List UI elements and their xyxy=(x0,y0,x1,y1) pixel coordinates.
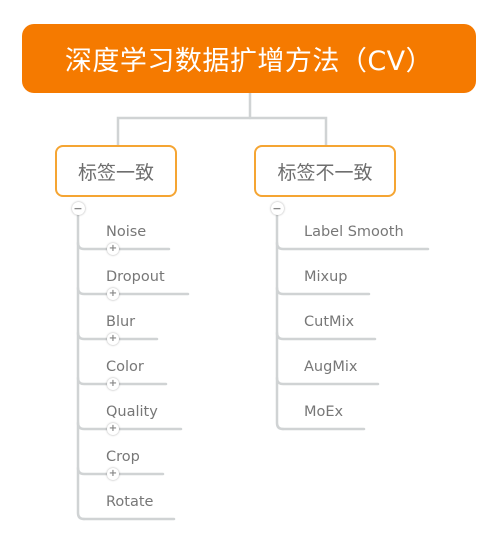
expand-toggle-plus-icon[interactable]: + xyxy=(107,468,119,480)
leaf-connector xyxy=(76,241,171,251)
expand-toggle-plus-icon[interactable]: + xyxy=(107,378,119,390)
leaf-node[interactable]: CutMix xyxy=(304,313,354,331)
leaf-connector xyxy=(76,466,165,476)
collapse-toggle-minus-icon[interactable]: − xyxy=(71,201,85,215)
leaf-node[interactable]: AugMix xyxy=(304,358,357,376)
branch-label: 标签一致 xyxy=(77,161,154,184)
branch-label: 标签不一致 xyxy=(277,161,373,184)
leaf-node[interactable]: Blur xyxy=(106,313,135,331)
expand-toggle-plus-icon[interactable]: + xyxy=(107,243,119,255)
branch-node-label-consistent[interactable]: 标签一致 xyxy=(55,145,177,197)
expand-toggle-plus-icon[interactable]: + xyxy=(107,288,119,300)
leaf-node[interactable]: Crop xyxy=(106,448,140,466)
leaf-node[interactable]: Label Smooth xyxy=(304,223,404,241)
expand-toggle-plus-icon[interactable]: + xyxy=(107,423,119,435)
leaf-node[interactable]: MoEx xyxy=(304,403,343,421)
leaf-connector xyxy=(275,286,371,296)
leaf-node[interactable]: Rotate xyxy=(106,493,153,511)
leaf-connector xyxy=(275,331,377,341)
leaf-node[interactable]: Quality xyxy=(106,403,158,421)
leaf-node[interactable]: Dropout xyxy=(106,268,165,286)
collapse-toggle-minus-icon[interactable]: − xyxy=(270,201,284,215)
leaf-node[interactable]: Color xyxy=(106,358,144,376)
leaf-connector xyxy=(76,421,183,431)
expand-toggle-plus-icon[interactable]: + xyxy=(107,333,119,345)
leaf-connector xyxy=(76,286,190,296)
root-label: 深度学习数据扩增方法（CV） xyxy=(64,46,434,77)
root-node[interactable]: 深度学习数据扩增方法（CV） xyxy=(22,24,476,93)
leaf-connector xyxy=(275,241,430,251)
leaf-node[interactable]: Mixup xyxy=(304,268,348,286)
branch-node-label-inconsistent[interactable]: 标签不一致 xyxy=(254,145,396,197)
leaf-node[interactable]: Noise xyxy=(106,223,146,241)
leaf-connector xyxy=(76,376,168,386)
branch-connector xyxy=(116,116,328,147)
leaf-connector xyxy=(275,376,380,386)
